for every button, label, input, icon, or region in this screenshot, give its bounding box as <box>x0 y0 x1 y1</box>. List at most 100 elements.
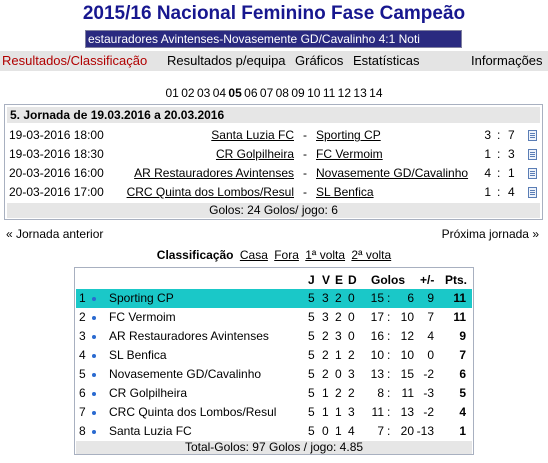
menu-charts[interactable]: Gráficos <box>295 53 343 68</box>
standings-games: 5 <box>308 424 315 438</box>
standings-points: 6 <box>459 367 466 381</box>
standings-games: 5 <box>308 291 315 305</box>
standings-points: 11 <box>453 291 466 305</box>
header-losses: D <box>348 273 357 287</box>
standings-row: 5 Novasemente GD/Cavalinho 5 2 0 3 13:15 -2 6 <box>76 365 472 384</box>
round-link-13[interactable]: 13 <box>353 86 366 100</box>
standings-goals-separator: : <box>387 310 391 324</box>
standings-goals-against: 11 <box>401 386 414 400</box>
match-score-separator: : <box>497 166 501 180</box>
standings-goals-against: 10 <box>400 348 414 362</box>
standings-goals-for: 10 <box>370 348 384 362</box>
round-link-04[interactable]: 04 <box>213 86 226 100</box>
match-away-team[interactable]: Sporting CP <box>316 126 381 144</box>
standings-draws: 3 <box>335 329 342 343</box>
standings-games: 5 <box>308 367 315 381</box>
standings-losses: 0 <box>348 329 355 343</box>
standings-team[interactable]: CRC Quinta dos Lombos/Resul <box>109 403 276 422</box>
standings-losses: 0 <box>348 310 355 324</box>
standings-header-row: J V E D Golos +/- Pts. <box>75 268 473 290</box>
standings-wins: 1 <box>322 405 329 419</box>
match-home-team[interactable]: AR Restauradores Avintenses <box>134 164 294 182</box>
round-link-02[interactable]: 02 <box>181 86 194 100</box>
menu-information[interactable]: Informações <box>471 53 543 68</box>
standings-goals-for: 16 <box>370 329 384 343</box>
round-link-09[interactable]: 09 <box>291 86 304 100</box>
standings-team[interactable]: AR Restauradores Avintenses <box>109 327 269 346</box>
standings-losses: 0 <box>348 291 355 305</box>
match-dash: - <box>303 185 307 199</box>
round-link-10[interactable]: 10 <box>307 86 320 100</box>
match-report-icon[interactable] <box>528 168 537 179</box>
match-home-team[interactable]: CR Golpilheira <box>216 145 294 163</box>
news-ticker[interactable]: estauradores Avintenses-Novasemente GD/C… <box>85 30 462 48</box>
match-report-icon[interactable] <box>528 130 537 141</box>
team-bullet-icon <box>92 297 96 301</box>
match-date: 20-03-2016 16:00 <box>9 166 104 180</box>
classification-away-link[interactable]: Fora <box>274 248 299 262</box>
round-header: 5. Jornada de 19.03.2016 a 20.03.2016 <box>7 107 540 123</box>
standings-team[interactable]: SL Benfica <box>109 346 167 365</box>
standings-wins: 1 <box>322 386 329 400</box>
standings-goals-against: 12 <box>400 329 414 343</box>
round-link-07[interactable]: 07 <box>260 86 273 100</box>
standings-position: 7 <box>79 405 86 419</box>
round-link-14[interactable]: 14 <box>369 86 382 100</box>
round-link-12[interactable]: 12 <box>338 86 351 100</box>
match-away-team[interactable]: FC Vermoim <box>316 145 383 163</box>
standings-goals-separator: : <box>387 348 391 362</box>
standings-table: J V E D Golos +/- Pts. 1 Sporting CP 5 3 2 0 1… <box>74 267 474 455</box>
standings-goals-separator: : <box>387 386 391 400</box>
round-link-06[interactable]: 06 <box>244 86 257 100</box>
round-link-08[interactable]: 08 <box>276 86 289 100</box>
standings-goals-against: 13 <box>400 405 414 419</box>
standings-wins: 0 <box>322 424 329 438</box>
match-home-team[interactable]: CRC Quinta dos Lombos/Resul <box>127 183 294 201</box>
match-away-team[interactable]: SL Benfica <box>316 183 374 201</box>
standings-goals-separator: : <box>387 329 391 343</box>
standings-team[interactable]: FC Vermoim <box>109 308 176 327</box>
match-score-separator: : <box>497 128 501 142</box>
match-report-icon[interactable] <box>528 149 537 160</box>
menu-results-classification[interactable]: Resultados/Classificação <box>2 53 147 68</box>
match-report-icon[interactable] <box>528 187 537 198</box>
standings-goals-for: 11 <box>371 405 384 419</box>
match-away-score: 1 <box>508 166 515 180</box>
standings-team[interactable]: Novasemente GD/Cavalinho <box>109 365 261 384</box>
standings-team[interactable]: Santa Luzia FC <box>109 422 192 441</box>
standings-position: 6 <box>79 386 86 400</box>
header-goals: Golos <box>371 273 406 287</box>
standings-goals-against: 15 <box>400 367 414 381</box>
match-away-team[interactable]: Novasemente GD/Cavalinho <box>316 164 468 182</box>
round-link-11[interactable]: 11 <box>323 86 335 100</box>
standings-goals-against: 6 <box>407 291 414 305</box>
standings-games: 5 <box>308 329 315 343</box>
main-menu: Resultados/Classificação Resultados p/eq… <box>0 51 548 71</box>
match-score-separator: : <box>497 147 501 161</box>
round-link-05[interactable]: 05 <box>228 86 241 100</box>
standings-goal-diff: 0 <box>427 348 434 362</box>
team-bullet-icon <box>92 373 96 377</box>
standings-team[interactable]: Sporting CP <box>109 289 174 308</box>
match-home-team[interactable]: Santa Luzia FC <box>211 126 294 144</box>
next-round-link[interactable]: Próxima jornada » <box>442 227 539 241</box>
standings-goals-separator: : <box>387 424 391 438</box>
standings-position: 4 <box>79 348 86 362</box>
standings-position: 5 <box>79 367 86 381</box>
menu-statistics[interactable]: Estatísticas <box>353 53 419 68</box>
standings-goal-diff: -13 <box>416 424 434 438</box>
standings-team[interactable]: CR Golpilheira <box>109 384 187 403</box>
round-link-03[interactable]: 03 <box>197 86 210 100</box>
standings-points: 5 <box>459 386 466 400</box>
standings-goals-against: 20 <box>400 424 414 438</box>
page-title: 2015/16 Nacional Feminino Fase Campeão <box>82 3 466 24</box>
standings-wins: 2 <box>322 367 329 381</box>
classification-second-half-link[interactable]: 2ª volta <box>351 248 391 262</box>
menu-results-by-team[interactable]: Resultados p/equipa <box>167 53 286 68</box>
previous-round-link[interactable]: « Jornada anterior <box>6 227 103 241</box>
round-link-01[interactable]: 01 <box>165 86 178 100</box>
match-home-score: 4 <box>484 166 491 180</box>
classification-home-link[interactable]: Casa <box>240 248 268 262</box>
classification-first-half-link[interactable]: 1ª volta <box>305 248 345 262</box>
match-home-score: 1 <box>484 147 491 161</box>
